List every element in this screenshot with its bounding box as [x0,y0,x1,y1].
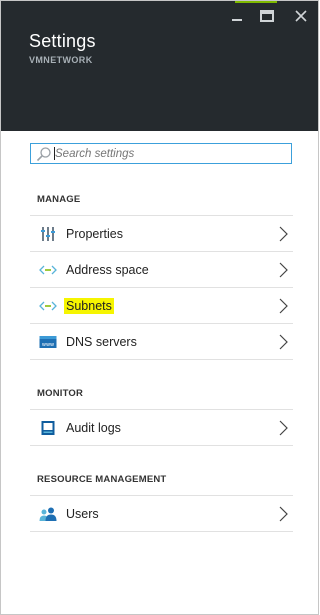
users-icon [39,505,57,523]
list-item-properties[interactable]: Properties [30,216,293,252]
chevron-right-icon [277,226,289,242]
search-box[interactable] [30,143,292,164]
address-space-icon [39,261,57,279]
chevron-right-icon [277,298,289,314]
list-item-label: Subnets [64,297,114,314]
blade-header: Settings VMNETWORK [1,1,318,131]
list-item-address-space[interactable]: Address space [30,252,293,288]
subnets-icon [39,297,57,315]
section-label-manage: MANAGE [37,194,81,205]
dns-servers-icon: www [39,333,57,351]
blade-title: Settings [29,31,96,51]
list-item-users[interactable]: Users [30,496,293,532]
svg-text:www: www [42,342,54,348]
section-label-resource-management: RESOURCE MANAGEMENT [37,474,167,485]
properties-sliders-icon [39,225,57,243]
chevron-right-icon [277,262,289,278]
section-label-monitor: MONITOR [37,388,84,399]
list-item-label: Address space [66,262,149,277]
manage-list: Properties Address space Subnets www DNS… [30,215,293,360]
list-item-label: Properties [66,226,123,241]
list-item-label: Users [66,506,99,521]
close-icon[interactable] [291,6,311,26]
monitor-list: Audit logs [30,409,293,446]
chevron-right-icon [277,334,289,350]
list-item-subnets[interactable]: Subnets [30,288,293,324]
blade-subtitle: VMNETWORK [29,55,93,65]
list-item-audit-logs[interactable]: Audit logs [30,410,293,446]
settings-blade: Settings VMNETWORK MANAGE [0,0,319,615]
text-caret [54,147,55,160]
search-icon [36,146,52,162]
maximize-icon[interactable] [257,6,277,26]
search-input[interactable] [52,144,291,163]
minimize-icon[interactable] [227,6,247,26]
audit-logs-icon [39,419,57,437]
chevron-right-icon [277,420,289,436]
list-item-label: Audit logs [66,420,121,435]
list-item-dns-servers[interactable]: www DNS servers [30,324,293,360]
resource-management-list: Users [30,495,293,532]
chevron-right-icon [277,506,289,522]
list-item-label: DNS servers [66,334,137,349]
accent-bar [235,1,277,3]
